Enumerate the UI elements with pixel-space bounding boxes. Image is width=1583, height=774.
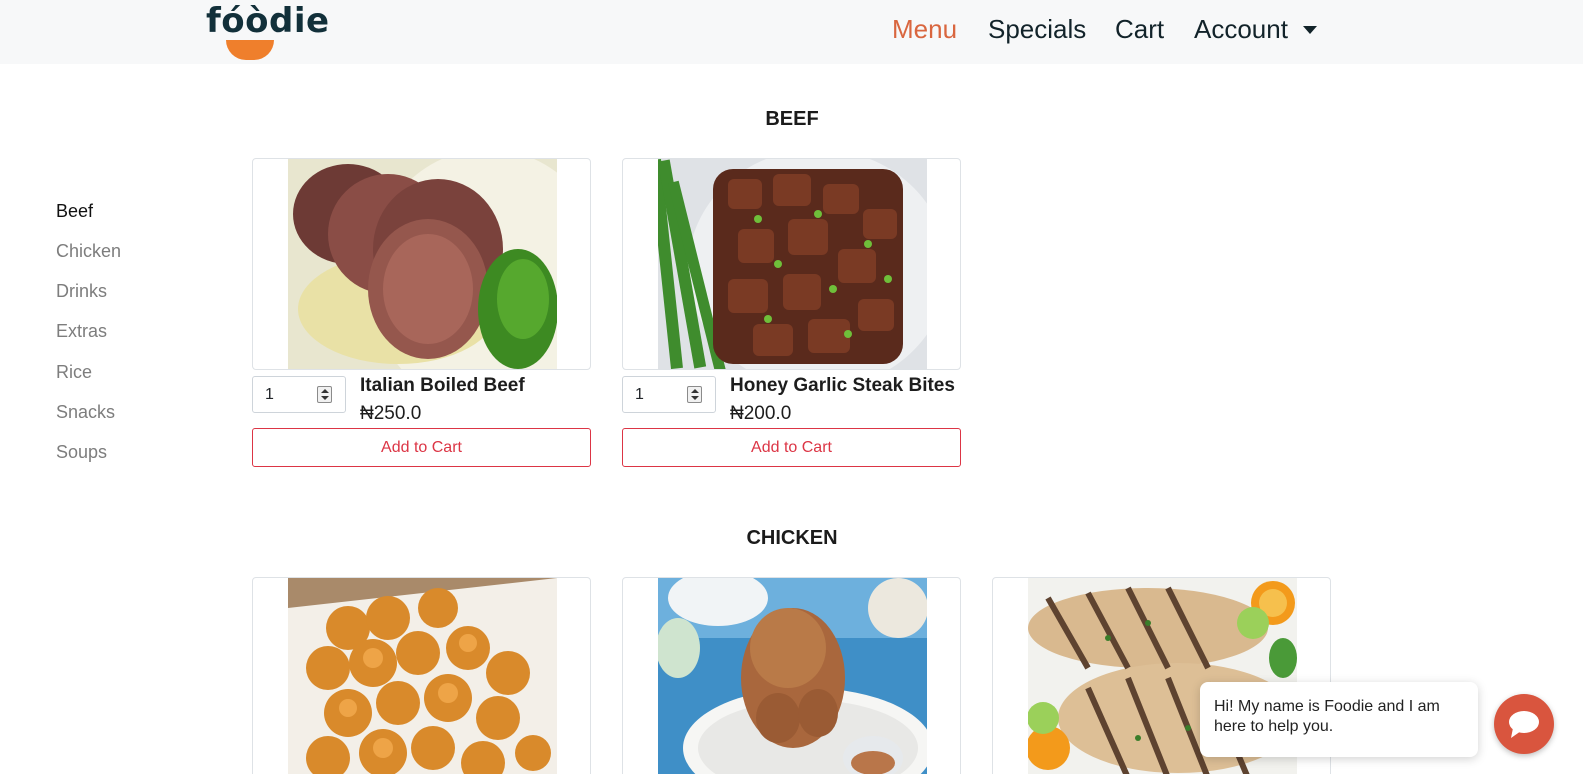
navbar: fóòdie Menu Specials Cart Account — [0, 0, 1583, 64]
spinner-icon[interactable] — [687, 386, 702, 403]
nav-menu[interactable]: Menu — [892, 12, 957, 46]
section-title-chicken: CHICKEN — [746, 527, 838, 549]
sidebar-item-soups[interactable]: Soups — [56, 440, 107, 464]
section-title-beef: BEEF — [765, 108, 819, 130]
quantity-stepper[interactable]: 1 — [622, 376, 716, 413]
logo-text: fóòdie — [206, 1, 330, 41]
nav-cart[interactable]: Cart — [1115, 12, 1164, 46]
product-image-italian-boiled-beef[interactable] — [252, 158, 591, 370]
foodie-logo[interactable]: fóòdie — [206, 2, 336, 60]
quantity-stepper[interactable]: 1 — [252, 376, 346, 413]
product-price: ₦250.0 — [360, 403, 422, 424]
nav-specials[interactable]: Specials — [988, 12, 1086, 46]
sidebar-item-chicken[interactable]: Chicken — [56, 239, 121, 263]
sidebar-item-beef[interactable]: Beef — [56, 199, 93, 223]
chat-greeting-text: Hi! My name is Foodie and I am here to h… — [1214, 698, 1440, 735]
chicken-nuggets-photo — [288, 578, 557, 774]
quantity-value: 1 — [265, 386, 274, 403]
product-image-chicken-nuggets[interactable] — [252, 577, 591, 774]
chat-open-button[interactable] — [1494, 694, 1554, 754]
product-image-honey-garlic-steak-bites[interactable] — [622, 158, 961, 370]
nav-account-dropdown[interactable]: Account — [1194, 12, 1288, 46]
product-name: Italian Boiled Beef — [360, 375, 525, 396]
product-name: Honey Garlic Steak Bites — [730, 375, 955, 396]
spinner-icon[interactable] — [317, 386, 332, 403]
sidebar-item-snacks[interactable]: Snacks — [56, 400, 115, 424]
roast-chicken-photo — [658, 578, 927, 774]
sidebar-item-extras[interactable]: Extras — [56, 319, 107, 343]
logo-smile-icon — [226, 40, 274, 60]
product-image-roast-chicken[interactable] — [622, 577, 961, 774]
chat-icon — [1509, 711, 1539, 738]
boiled-beef-photo — [288, 159, 557, 369]
add-to-cart-button[interactable]: Add to Cart — [252, 428, 591, 467]
chat-greeting-bubble[interactable]: Hi! My name is Foodie and I am here to h… — [1200, 682, 1478, 757]
steak-bites-photo — [658, 159, 927, 369]
sidebar-item-rice[interactable]: Rice — [56, 360, 92, 384]
product-price: ₦200.0 — [730, 403, 792, 424]
caret-down-icon[interactable] — [1303, 26, 1317, 34]
add-to-cart-button[interactable]: Add to Cart — [622, 428, 961, 467]
quantity-value: 1 — [635, 386, 644, 403]
sidebar-item-drinks[interactable]: Drinks — [56, 279, 107, 303]
